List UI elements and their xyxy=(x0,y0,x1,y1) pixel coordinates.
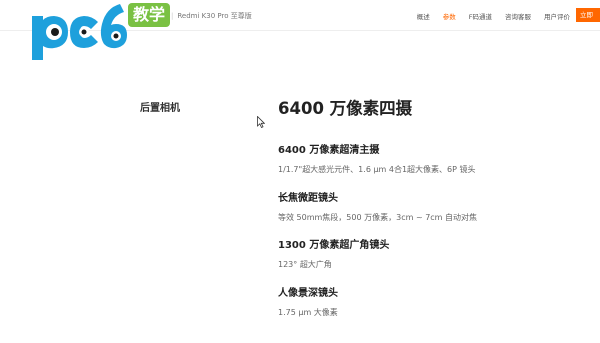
spec-detail: 1.75 μm 大像素 xyxy=(278,308,338,317)
spec-item: 6400 万像素超清主摄 1/1.7"超大感光元件、1.6 μm 4合1超大像素… xyxy=(278,144,578,176)
nav-item-overview[interactable]: 概述 xyxy=(417,11,430,21)
spec-heading: 6400 万像素超清主摄 xyxy=(278,145,380,156)
logo-badge: 教学 xyxy=(128,3,171,27)
spec-item: 1300 万像素超广角镜头 123° 超大广角 xyxy=(278,239,578,271)
nav-item-reviews[interactable]: 用户评价 xyxy=(544,11,570,21)
spec-heading: 长焦微距镜头 xyxy=(278,193,338,204)
spec-detail: 123° 超大广角 xyxy=(278,260,332,269)
pc6-logo-icon: 教学 xyxy=(28,2,178,62)
spec-item: 长焦微距镜头 等效 50mm焦段，500 万像素，3cm ~ 7cm 自动对焦 xyxy=(278,192,578,224)
page-nav: 概述 参数 F码通道 咨询客服 用户评价 xyxy=(404,11,570,21)
nav-item-fcode[interactable]: F码通道 xyxy=(469,11,492,21)
spec-heading: 人像景深镜头 xyxy=(278,288,338,299)
mouse-cursor-icon xyxy=(257,116,265,128)
section-label: 后置相机 xyxy=(140,103,180,114)
spec-detail: 1/1.7"超大感光元件、1.6 μm 4合1超大像素、6P 镜头 xyxy=(278,165,476,174)
section-title: 6400 万像素四摄 xyxy=(278,99,413,118)
camera-spec-panel: 6400 万像素四摄 6400 万像素超清主摄 1/1.7"超大感光元件、1.6… xyxy=(278,96,578,317)
product-name: Redmi K30 Pro 至尊版 xyxy=(177,12,252,20)
spec-item: 人像景深镜头 1.75 μm 大像素 xyxy=(278,287,578,319)
nav-item-customer-service[interactable]: 咨询客服 xyxy=(505,11,531,21)
spec-detail: 等效 50mm焦段，500 万像素，3cm ~ 7cm 自动对焦 xyxy=(278,213,478,222)
nav-item-specs[interactable]: 参数 xyxy=(443,11,456,21)
spec-heading: 1300 万像素超广角镜头 xyxy=(278,240,390,251)
pc6-logo-graphic xyxy=(32,4,127,60)
buy-button[interactable]: 立即 xyxy=(576,8,600,22)
